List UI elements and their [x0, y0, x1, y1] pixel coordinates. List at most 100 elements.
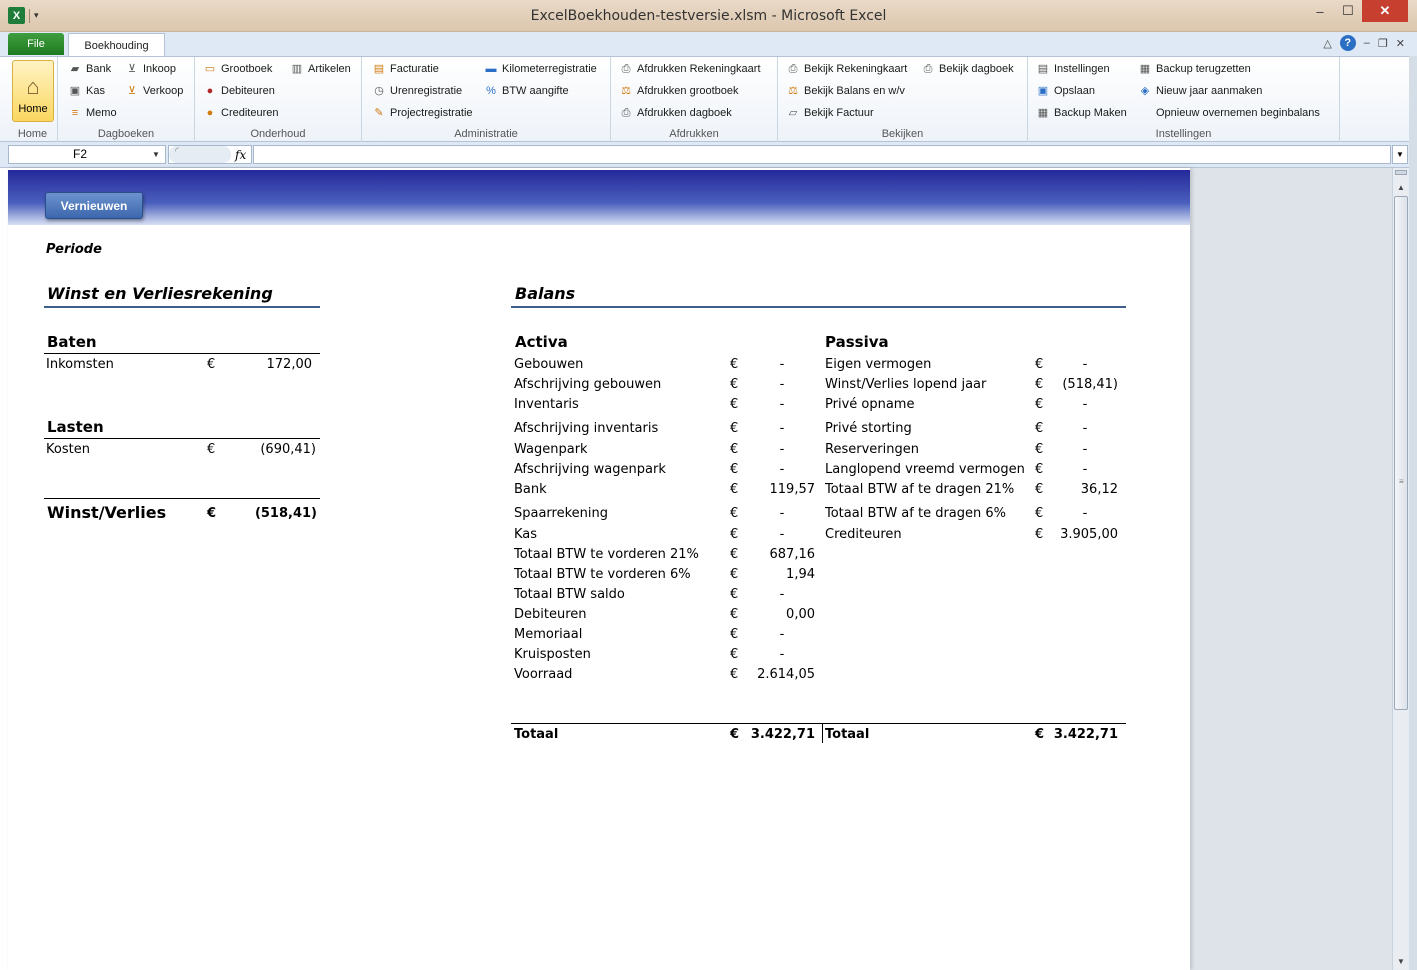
person-icon: ●: [206, 106, 214, 119]
scroll-up-icon[interactable]: ▲: [1393, 180, 1409, 194]
bekijk-rekeningkaart-button[interactable]: ⎙ Bekijk Rekeningkaart: [786, 59, 908, 79]
shopping-cart-icon: ⊻: [127, 62, 137, 75]
collapse-ribbon-icon[interactable]: △: [1323, 37, 1331, 50]
kilometerregistratie-button[interactable]: ▬ Kilometerregistratie: [484, 59, 597, 79]
bekijk-balans-button[interactable]: ⚖ Bekijk Balans en w/v: [786, 81, 905, 101]
baten-underline: [44, 353, 320, 354]
memo-icon: ≡: [71, 106, 79, 119]
document-icon: ▱: [788, 106, 798, 119]
workbook-minimize-icon[interactable]: –: [1364, 37, 1370, 49]
barcode-icon: ▥: [291, 62, 303, 75]
title-bar: X ▾ ExcelBoekhouden-testversie.xlsm - Mi…: [0, 0, 1417, 32]
debiteuren-button[interactable]: ● Debiteuren: [203, 81, 275, 101]
activa-row-label: Inventaris: [514, 397, 579, 412]
ribbon: ⌂ Home Home ▰ Bank ▣ Kas ≡ Memo ⊻ Inkoop ⊻ Ve…: [0, 56, 1417, 142]
formula-splitter[interactable]: ◜: [169, 146, 231, 163]
afdrukken-dagboek-button[interactable]: ⎙ Afdrukken dagboek: [619, 103, 732, 123]
bekijk-dagboek-button[interactable]: ⎙ Bekijk dagboek: [921, 59, 1014, 79]
afdrukken-grootboek-button[interactable]: ⚖ Afdrukken grootboek: [619, 81, 738, 101]
restore-icon: ▦: [1139, 62, 1151, 75]
passiva-row-value: (518,41): [1062, 377, 1118, 392]
passiva-row-label: Reserveringen: [825, 442, 919, 457]
bekijk-factuur-button[interactable]: ▱ Bekijk Factuur: [786, 103, 874, 123]
kosten-currency: €: [207, 442, 216, 457]
totaal-line: [511, 723, 1126, 724]
activa-row-value: -: [779, 587, 785, 602]
backup-maken-button[interactable]: ▦ Backup Maken: [1036, 103, 1127, 123]
bank-button[interactable]: ▰ Bank: [68, 59, 111, 79]
kas-button[interactable]: ▣ Kas: [68, 81, 105, 101]
activa-row-value: 687,16: [769, 547, 816, 562]
formula-input[interactable]: [253, 145, 1391, 164]
scroll-down-icon[interactable]: ▼: [1393, 954, 1409, 968]
projectregistratie-button[interactable]: ✎ Projectregistratie: [372, 103, 472, 123]
scales-icon: ⚖: [621, 84, 631, 97]
insert-function-icon[interactable]: fx: [235, 148, 246, 162]
passiva-row-value: 3.905,00: [1060, 527, 1118, 542]
tab-file[interactable]: File: [8, 33, 64, 55]
activa-total-value: 3.422,71: [750, 727, 815, 742]
expand-formula-bar-icon[interactable]: ▼: [1392, 145, 1408, 164]
minimize-window-button[interactable]: –: [1306, 0, 1334, 22]
grootboek-button[interactable]: ▭ Grootboek: [203, 59, 273, 79]
group-label-afdrukken: Afdrukken: [669, 128, 719, 140]
activa-row-label: Voorraad: [514, 667, 573, 682]
printer-icon: ⎙: [788, 62, 798, 75]
vertical-scrollbar[interactable]: ▲ ≡ ▼: [1392, 168, 1409, 970]
facturatie-button[interactable]: ▤ Facturatie: [372, 59, 439, 79]
passiva-total-value: 3.422,71: [1053, 727, 1118, 742]
settings-icon: ▤: [1037, 62, 1049, 75]
opnieuw-beginbalans-button[interactable]: Opnieuw overnemen beginbalans: [1156, 103, 1320, 123]
nieuw-jaar-button[interactable]: ◈ Nieuw jaar aanmaken: [1138, 81, 1263, 101]
activa-row-label: Spaarrekening: [514, 506, 609, 521]
balans-title: Balans: [515, 284, 576, 303]
home-button[interactable]: ⌂ Home: [12, 60, 54, 122]
inkoop-button[interactable]: ⊻ Inkoop: [125, 59, 176, 79]
wv-total-line: [44, 498, 320, 499]
activa-total-label: Totaal: [514, 727, 559, 742]
tab-boekhouding[interactable]: Boekhouding: [68, 33, 165, 57]
invoice-icon: ▤: [373, 62, 385, 75]
btw-aangifte-button[interactable]: % BTW aangifte: [484, 81, 569, 101]
printer-icon: ⎙: [621, 62, 631, 75]
house-icon: ⌂: [26, 74, 40, 99]
help-icon[interactable]: ?: [1339, 35, 1356, 51]
scroll-thumb[interactable]: ≡: [1394, 196, 1408, 710]
lasten-underline: [44, 438, 320, 439]
name-box[interactable]: F2: [8, 145, 166, 164]
group-dagboeken: ▰ Bank ▣ Kas ≡ Memo ⊻ Inkoop ⊻ Verkoop Dagboe…: [58, 57, 195, 142]
activa-row-label: Kas: [514, 527, 538, 542]
artikelen-button[interactable]: ▥ Artikelen: [290, 59, 351, 79]
instellingen-button[interactable]: ▤ Instellingen: [1036, 59, 1110, 79]
group-administratie: ▤ Facturatie ◷ Urenregistratie ✎ Projectreg…: [362, 57, 611, 142]
baten-heading: Baten: [47, 333, 97, 351]
wv-total-currency: €: [207, 506, 217, 521]
name-box-dropdown-icon[interactable]: ▼: [152, 150, 160, 159]
split-box[interactable]: [1395, 170, 1407, 175]
vernieuwen-button[interactable]: Vernieuwen: [45, 192, 143, 219]
activa-row-value: -: [779, 421, 785, 436]
window-title: ExcelBoekhouden-testversie.xlsm - Micros…: [530, 8, 887, 24]
group-bekijken: ⎙ Bekijk Rekeningkaart ⚖ Bekijk Balans en …: [778, 57, 1028, 142]
activa-row-value: -: [779, 527, 785, 542]
urenregistratie-button[interactable]: ◷ Urenregistratie: [372, 81, 462, 101]
crediteuren-button[interactable]: ● Crediteuren: [203, 103, 279, 123]
passiva-row-label: Crediteuren: [825, 527, 902, 542]
window-right-border: [1409, 56, 1417, 970]
workbook-close-icon[interactable]: ✕: [1396, 37, 1405, 50]
passiva-heading: Passiva: [825, 333, 889, 351]
memo-button[interactable]: ≡ Memo: [68, 103, 117, 123]
activa-row-label: Debiteuren: [514, 607, 587, 622]
maximize-window-button[interactable]: ☐: [1334, 0, 1362, 22]
group-label-home: Home: [17, 128, 48, 140]
workbook-restore-icon[interactable]: ❐: [1378, 37, 1388, 50]
afdrukken-rekeningkaart-button[interactable]: ⎙ Afdrukken Rekeningkaart: [619, 59, 761, 79]
close-window-button[interactable]: ✕: [1362, 0, 1408, 22]
backup-icon: ▦: [1037, 106, 1049, 119]
backup-terugzetten-button[interactable]: ▦ Backup terugzetten: [1138, 59, 1251, 79]
verkoop-button[interactable]: ⊻ Verkoop: [125, 81, 183, 101]
opslaan-button[interactable]: ▣ Opslaan: [1036, 81, 1095, 101]
passiva-row-value: -: [1082, 506, 1088, 521]
activa-row-label: Gebouwen: [514, 357, 584, 372]
group-label-instellingen: Instellingen: [1155, 128, 1212, 140]
